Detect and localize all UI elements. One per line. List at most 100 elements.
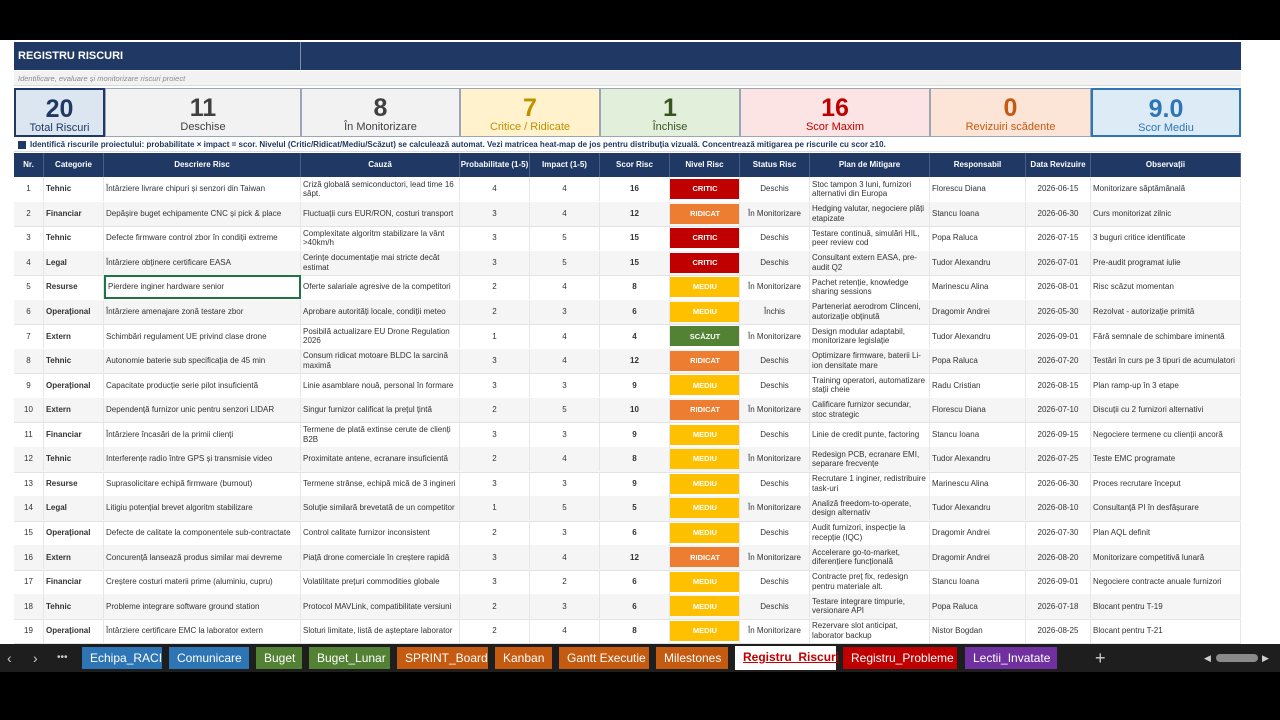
table-cell[interactable]: Extern — [44, 324, 104, 349]
table-cell[interactable]: 2 — [14, 201, 44, 226]
table-cell[interactable]: Curs monitorizat zilnic — [1091, 201, 1241, 226]
table-cell[interactable]: Redesign PCB, ecranare EMI, separare fre… — [810, 447, 930, 472]
table-cell[interactable]: 2 — [460, 594, 530, 619]
table-cell[interactable]: Tehnic — [44, 594, 104, 619]
table-cell[interactable]: Proces recrutare început — [1091, 471, 1241, 496]
selected-cell[interactable]: Pierdere inginer hardware senior — [104, 275, 301, 300]
horizontal-scrollbar-thumb[interactable] — [1216, 654, 1258, 662]
table-cell[interactable]: 8 — [600, 275, 670, 300]
table-cell[interactable]: Deschis — [740, 250, 810, 275]
table-cell[interactable]: 4 — [530, 275, 600, 300]
table-cell[interactable]: 6 — [600, 569, 670, 594]
table-cell[interactable]: Hedging valutar, negociere plăți etapiza… — [810, 201, 930, 226]
table-cell[interactable]: Dragomir Andrei — [930, 520, 1026, 545]
table-cell[interactable]: Plan AQL definit — [1091, 520, 1241, 545]
table-cell[interactable]: 2026-09-01 — [1026, 324, 1091, 349]
table-cell[interactable]: 15 — [600, 226, 670, 251]
spreadsheet-grid[interactable]: REGISTRU RISCURI Identificare, evaluare … — [0, 40, 1280, 644]
table-cell[interactable]: 2026-07-25 — [1026, 447, 1091, 472]
table-cell[interactable]: 12 — [14, 447, 44, 472]
table-cell[interactable]: Operațional — [44, 299, 104, 324]
table-cell[interactable]: 3 — [14, 226, 44, 251]
sheet-tab[interactable]: SPRINT_Board — [397, 647, 488, 669]
table-cell[interactable]: 1 — [14, 177, 44, 201]
table-cell[interactable]: CRITIC — [670, 250, 740, 275]
table-cell[interactable]: 6 — [600, 520, 670, 545]
table-cell[interactable]: 3 — [460, 569, 530, 594]
table-cell[interactable]: Radu Cristian — [930, 373, 1026, 398]
table-cell[interactable]: 3 — [460, 373, 530, 398]
table-cell[interactable]: Tehnic — [44, 226, 104, 251]
table-cell[interactable]: 6 — [14, 299, 44, 324]
table-cell[interactable]: 2026-07-20 — [1026, 348, 1091, 373]
table-cell[interactable]: 17 — [14, 569, 44, 594]
table-cell[interactable]: Tudor Alexandru — [930, 496, 1026, 521]
column-header[interactable]: Descriere Risc — [104, 153, 301, 177]
table-cell[interactable]: 2 — [460, 520, 530, 545]
table-cell[interactable]: Marinescu Alina — [930, 275, 1026, 300]
table-cell[interactable]: 7 — [14, 324, 44, 349]
table-cell[interactable]: Dragomir Andrei — [930, 299, 1026, 324]
table-cell[interactable]: 6 — [600, 594, 670, 619]
table-cell[interactable]: 12 — [600, 201, 670, 226]
table-cell[interactable]: 4 — [530, 618, 600, 643]
table-cell[interactable]: Aprobare autorități locale, condiții met… — [301, 299, 460, 324]
column-header[interactable]: Impact (1-5) — [530, 153, 600, 177]
column-header[interactable]: Plan de Mitigare — [810, 153, 930, 177]
table-cell[interactable]: Extern — [44, 397, 104, 422]
table-cell[interactable]: Deschis — [740, 594, 810, 619]
table-cell[interactable]: 2026-07-30 — [1026, 520, 1091, 545]
table-cell[interactable]: 9 — [600, 373, 670, 398]
table-cell[interactable]: Suprasolicitare echipă firmware (burnout… — [104, 471, 301, 496]
table-cell[interactable]: 8 — [600, 447, 670, 472]
table-cell[interactable]: Teste EMC programate — [1091, 447, 1241, 472]
table-cell[interactable]: Tudor Alexandru — [930, 324, 1026, 349]
table-cell[interactable]: 1 — [460, 324, 530, 349]
table-cell[interactable]: 8 — [600, 618, 670, 643]
table-cell[interactable]: 14 — [14, 496, 44, 521]
table-cell[interactable]: 5 — [600, 496, 670, 521]
table-cell[interactable]: Operațional — [44, 618, 104, 643]
table-cell[interactable]: În Monitorizare — [740, 201, 810, 226]
table-cell[interactable]: MEDIU — [670, 496, 740, 521]
table-cell[interactable]: 8 — [14, 348, 44, 373]
table-cell[interactable]: Întârziere certificare EMC la laborator … — [104, 618, 301, 643]
table-cell[interactable]: Linie asamblare nouă, personal în formar… — [301, 373, 460, 398]
table-cell[interactable]: 2026-06-30 — [1026, 471, 1091, 496]
table-cell[interactable]: Legal — [44, 496, 104, 521]
table-cell[interactable]: Pre-audit programat iulie — [1091, 250, 1241, 275]
table-cell[interactable]: Popa Raluca — [930, 594, 1026, 619]
column-header[interactable]: Probabilitate (1-5) — [460, 153, 530, 177]
table-cell[interactable]: 4 — [530, 177, 600, 201]
table-cell[interactable]: 4 — [460, 177, 530, 201]
table-cell[interactable]: 2026-07-01 — [1026, 250, 1091, 275]
sheet-tab[interactable]: Buget_Lunar — [309, 647, 390, 669]
column-header[interactable]: Observații — [1091, 153, 1241, 177]
table-cell[interactable]: Financiar — [44, 569, 104, 594]
table-cell[interactable]: Financiar — [44, 422, 104, 447]
table-cell[interactable]: RIDICAT — [670, 397, 740, 422]
table-cell[interactable]: Monitorizare competitivă lunară — [1091, 545, 1241, 570]
table-cell[interactable]: 5 — [530, 397, 600, 422]
table-cell[interactable]: 4 — [530, 201, 600, 226]
table-cell[interactable]: 5 — [14, 275, 44, 300]
table-cell[interactable]: Resurse — [44, 275, 104, 300]
table-cell[interactable]: Legal — [44, 250, 104, 275]
table-cell[interactable]: Protocol MAVLink, compatibilitate versiu… — [301, 594, 460, 619]
table-cell[interactable]: Rezolvat - autorizație primită — [1091, 299, 1241, 324]
table-cell[interactable]: 2026-07-10 — [1026, 397, 1091, 422]
column-header[interactable]: Nivel Risc — [670, 153, 740, 177]
table-cell[interactable]: Risc scăzut momentan — [1091, 275, 1241, 300]
table-cell[interactable]: În Monitorizare — [740, 618, 810, 643]
table-cell[interactable]: În Monitorizare — [740, 275, 810, 300]
table-cell[interactable]: Discuții cu 2 furnizori alternativi — [1091, 397, 1241, 422]
table-cell[interactable]: În Monitorizare — [740, 496, 810, 521]
column-header[interactable]: Status Risc — [740, 153, 810, 177]
table-cell[interactable]: Contracte preț fix, redesign pentru mate… — [810, 569, 930, 594]
table-cell[interactable]: Design modular adaptabil, monitorizare l… — [810, 324, 930, 349]
table-cell[interactable]: Piață drone comerciale în creștere rapid… — [301, 545, 460, 570]
table-cell[interactable]: Deschis — [740, 373, 810, 398]
table-cell[interactable]: Resurse — [44, 471, 104, 496]
table-cell[interactable]: Operațional — [44, 373, 104, 398]
table-cell[interactable]: Testare continuă, simulări HIL, peer rev… — [810, 226, 930, 251]
